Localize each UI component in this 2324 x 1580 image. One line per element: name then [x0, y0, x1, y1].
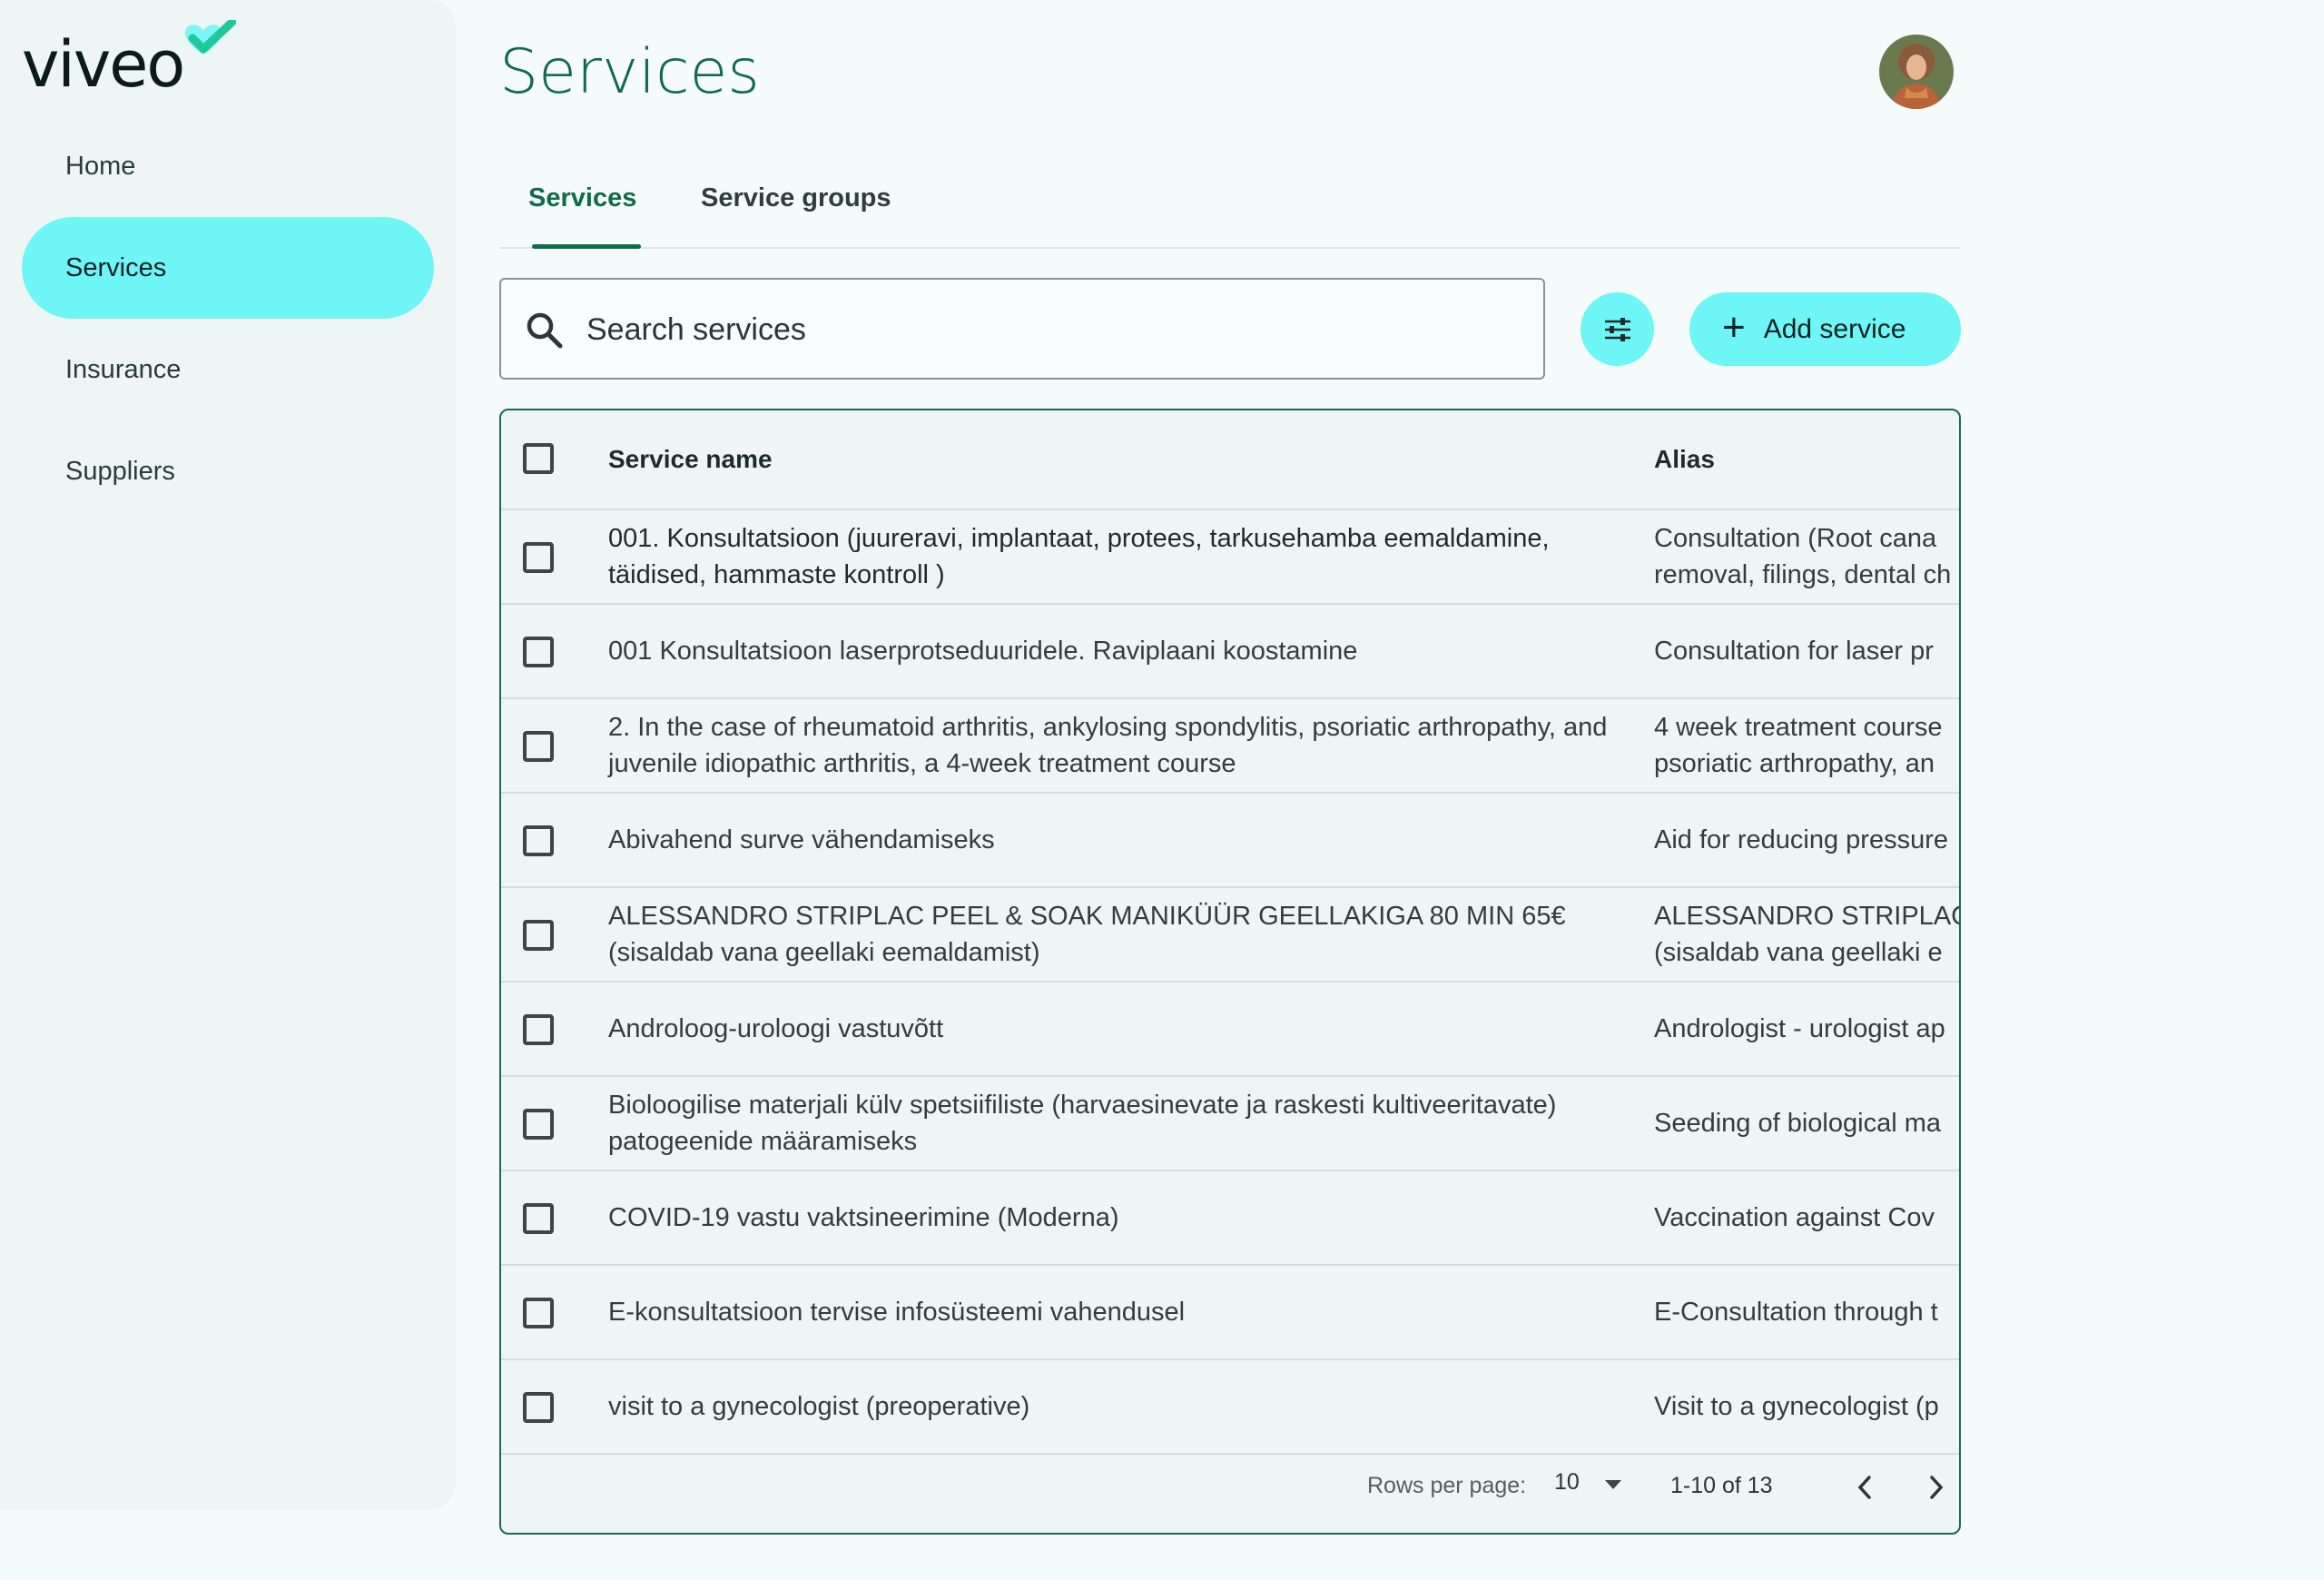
table-row[interactable]: ALESSANDRO STRIPLAC PEEL & SOAK MANIKÜÜR…: [501, 888, 1959, 983]
row-checkbox[interactable]: [523, 731, 554, 762]
sidebar-item-label: Services: [65, 252, 167, 282]
search-box[interactable]: [499, 278, 1545, 380]
sidebar-item-insurance[interactable]: Insurance: [22, 319, 434, 420]
next-page-button[interactable]: [1911, 1462, 1959, 1513]
alias-cell: Vaccination against Cov: [1654, 1203, 1935, 1232]
row-checkbox[interactable]: [523, 1203, 554, 1234]
row-checkbox[interactable]: [523, 920, 554, 951]
chevron-right-icon: [1930, 1476, 1944, 1499]
row-checkbox[interactable]: [523, 1298, 554, 1328]
filter-icon: [1604, 317, 1630, 341]
row-checkbox[interactable]: [523, 825, 554, 856]
sidebar-item-label: Home: [65, 151, 136, 181]
sidebar-item-label: Insurance: [65, 354, 182, 384]
alias-cell: Consultation for laser pr: [1654, 637, 1934, 666]
page-title: Services: [499, 36, 760, 108]
alias-cell: Visit to a gynecologist (p: [1654, 1392, 1939, 1421]
previous-page-button[interactable]: [1839, 1462, 1890, 1513]
row-checkbox[interactable]: [523, 542, 554, 573]
add-service-button[interactable]: + Add service: [1689, 292, 1961, 366]
plus-icon: +: [1722, 304, 1746, 350]
table-header: Service name Alias: [501, 410, 1959, 510]
search-icon: [527, 312, 563, 349]
filter-button[interactable]: [1581, 292, 1654, 366]
alias-cell: Aid for reducing pressure: [1654, 825, 1948, 854]
service-name-cell: 2. In the case of rheumatoid arthritis, …: [608, 713, 1608, 778]
sidebar: viveo Home Services Insurance Suppliers: [0, 0, 456, 1510]
service-name-cell: visit to a gynecologist (preoperative): [608, 1392, 1030, 1421]
sidebar-item-home[interactable]: Home: [22, 115, 434, 217]
tab-service-groups[interactable]: Service groups: [701, 183, 891, 213]
services-table: Service name Alias 001. Konsultatsioon (…: [499, 409, 1961, 1535]
pagination-range: 1-10 of 13: [1670, 1473, 1773, 1498]
service-name-cell: 001 Konsultatsioon laserprotseduuridele.…: [608, 637, 1358, 666]
row-checkbox[interactable]: [523, 1392, 554, 1423]
alias-cell: 4 week treatment course psoriatic arthro…: [1654, 713, 1943, 778]
table-row[interactable]: 001. Konsultatsioon (juureravi, implanta…: [501, 510, 1959, 605]
sidebar-item-services[interactable]: Services: [22, 217, 434, 319]
service-name-cell: ALESSANDRO STRIPLAC PEEL & SOAK MANIKÜÜR…: [608, 902, 1566, 967]
service-name-cell: Abivahend surve vähendamiseks: [608, 825, 995, 854]
chevron-left-icon: [1857, 1476, 1871, 1499]
service-name-cell: E-konsultatsioon tervise infosüsteemi va…: [608, 1298, 1186, 1327]
pagination-footer: Rows per page: 10 1-10 of 13: [501, 1437, 1959, 1527]
avatar[interactable]: [1879, 35, 1954, 109]
viveo-logo[interactable]: viveo: [22, 20, 240, 102]
column-header-service-name[interactable]: Service name: [608, 445, 773, 474]
rows-per-page-select[interactable]: 10: [1554, 1469, 1627, 1506]
row-checkbox[interactable]: [523, 1109, 554, 1140]
tab-label: Service groups: [701, 183, 891, 212]
rows-per-page-label: Rows per page:: [1367, 1473, 1527, 1498]
user-avatar-image: [1879, 35, 1954, 109]
column-header-alias[interactable]: Alias: [1654, 445, 1715, 474]
sidebar-item-suppliers[interactable]: Suppliers: [22, 420, 434, 522]
alias-cell: Consultation (Root cana removal, filings…: [1654, 524, 1952, 589]
alias-cell: Seeding of biological ma: [1654, 1109, 1941, 1138]
table-row[interactable]: Bioloogilise materjali külv spetsiifilis…: [501, 1077, 1959, 1171]
heart-check-icon: [185, 20, 236, 54]
sidebar-item-label: Suppliers: [65, 456, 175, 486]
service-name-cell: Androloog-uroloogi vastuvõtt: [608, 1014, 944, 1043]
row-checkbox[interactable]: [523, 1014, 554, 1045]
add-service-label: Add service: [1763, 313, 1906, 344]
table-row[interactable]: 2. In the case of rheumatoid arthritis, …: [501, 699, 1959, 794]
active-tab-indicator: [532, 244, 641, 249]
logo-text: viveo: [22, 27, 185, 102]
rows-per-page-value: 10: [1554, 1469, 1580, 1495]
caret-down-icon: [1605, 1480, 1621, 1489]
table-row[interactable]: E-konsultatsioon tervise infosüsteemi va…: [501, 1266, 1959, 1360]
table-row[interactable]: Androloog-uroloogi vastuvõtt Andrologist …: [501, 983, 1959, 1077]
alias-cell: Andrologist - urologist ap: [1654, 1014, 1945, 1043]
search-input[interactable]: [586, 298, 1521, 361]
service-name-cell: Bioloogilise materjali külv spetsiifilis…: [608, 1091, 1557, 1156]
service-name-cell: 001. Konsultatsioon (juureravi, implanta…: [608, 524, 1550, 589]
table-row[interactable]: 001 Konsultatsioon laserprotseduuridele.…: [501, 605, 1959, 699]
service-name-cell: COVID-19 vastu vaktsineerimine (Moderna): [608, 1203, 1119, 1232]
tab-bar: Services Service groups: [499, 156, 1961, 249]
table-row[interactable]: COVID-19 vastu vaktsineerimine (Moderna)…: [501, 1171, 1959, 1266]
table-row[interactable]: Abivahend surve vähendamiseks Aid for red…: [501, 794, 1959, 888]
alias-cell: ALESSANDRO STRIPLAC (sisaldab vana geell…: [1654, 902, 1961, 967]
row-checkbox[interactable]: [523, 637, 554, 667]
tab-services[interactable]: Services: [528, 183, 636, 213]
select-all-checkbox[interactable]: [523, 443, 554, 474]
alias-cell: E-Consultation through t: [1654, 1298, 1938, 1327]
tab-label: Services: [528, 183, 637, 212]
